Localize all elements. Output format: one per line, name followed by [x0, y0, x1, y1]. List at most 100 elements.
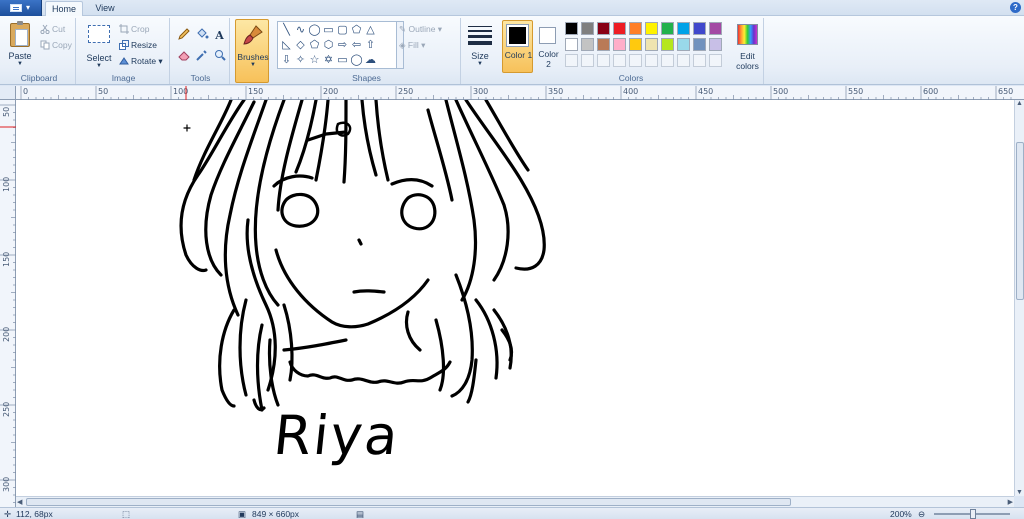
- select-button[interactable]: Select ▼: [80, 20, 114, 72]
- palette-swatch[interactable]: [693, 54, 706, 67]
- fill-button[interactable]: ◈ Fill ▾: [399, 38, 425, 52]
- color-picker-tool[interactable]: [193, 48, 210, 65]
- down-arrow-shape[interactable]: ⇩: [279, 53, 294, 68]
- palette-swatch[interactable]: [629, 22, 642, 35]
- callout-cloud-shape[interactable]: ☁: [363, 53, 378, 68]
- text-tool[interactable]: A: [211, 27, 228, 44]
- fill-icon: ◈: [399, 40, 408, 50]
- pencil-tool[interactable]: [175, 27, 192, 44]
- image-size: 849 × 660px: [252, 509, 300, 519]
- outline-button[interactable]: ✎ Outline ▾: [399, 22, 442, 36]
- magnifier-icon: [214, 50, 226, 61]
- palette-swatch[interactable]: [629, 54, 642, 67]
- palette-swatch[interactable]: [645, 38, 658, 51]
- scroll-up-icon[interactable]: ▲: [1016, 100, 1023, 107]
- palette-swatch[interactable]: [693, 38, 706, 51]
- palette-swatch[interactable]: [677, 54, 690, 67]
- palette-swatch[interactable]: [709, 54, 722, 67]
- edit-colors-button[interactable]: Edit colors: [733, 20, 762, 73]
- color2-button[interactable]: Color 2: [535, 20, 562, 73]
- tab-view[interactable]: View: [88, 1, 122, 16]
- palette-swatch[interactable]: [661, 22, 674, 35]
- palette-swatch[interactable]: [645, 22, 658, 35]
- four-point-star-shape[interactable]: ✧: [293, 53, 308, 68]
- palette-swatch[interactable]: [709, 22, 722, 35]
- five-point-star-shape[interactable]: ☆: [307, 53, 322, 68]
- curve-shape[interactable]: ∿: [293, 23, 308, 38]
- vertical-ruler: 50 100 150 200 250 300: [0, 100, 16, 519]
- palette-swatch[interactable]: [677, 22, 690, 35]
- horizontal-scrollbar[interactable]: ◀ ▶: [16, 496, 1014, 507]
- triangle-shape[interactable]: △: [363, 23, 378, 38]
- palette-swatch[interactable]: [613, 54, 626, 67]
- palette-swatch[interactable]: [597, 22, 610, 35]
- left-arrow-shape[interactable]: ⇦: [349, 38, 364, 53]
- oval-shape[interactable]: ◯: [307, 23, 322, 38]
- paste-button[interactable]: Paste ▼: [5, 20, 35, 72]
- line-shape[interactable]: ╲: [279, 23, 294, 38]
- cut-button[interactable]: Cut: [39, 22, 65, 36]
- ribbon-tab-bar: ▾ Home View ?: [0, 0, 1024, 16]
- palette-swatch[interactable]: [597, 54, 610, 67]
- palette-swatch[interactable]: [709, 38, 722, 51]
- horizontal-scroll-thumb[interactable]: [26, 498, 791, 506]
- palette-swatch[interactable]: [565, 38, 578, 51]
- pentagon-shape[interactable]: ⬠: [307, 38, 322, 53]
- scroll-down-icon[interactable]: ▼: [1016, 489, 1023, 496]
- palette-swatch[interactable]: [629, 38, 642, 51]
- zoom-out-icon[interactable]: ⊖: [918, 509, 925, 519]
- palette-swatch[interactable]: [565, 22, 578, 35]
- palette-swatch[interactable]: [581, 38, 594, 51]
- tab-home[interactable]: Home: [45, 1, 83, 16]
- canvas-workspace: Riya: [16, 100, 1024, 496]
- right-arrow-shape[interactable]: ⇨: [335, 38, 350, 53]
- rectangle-shape[interactable]: ▭: [321, 23, 336, 38]
- eraser-tool[interactable]: [175, 48, 192, 65]
- diamond-shape[interactable]: ◇: [293, 38, 308, 53]
- callout-rectangle-shape[interactable]: ▭: [335, 53, 350, 68]
- size-button[interactable]: Size ▼: [465, 21, 495, 73]
- resize-button[interactable]: Resize: [118, 38, 157, 52]
- six-point-star-shape[interactable]: ✡: [321, 53, 336, 68]
- magnifier-tool[interactable]: [211, 48, 228, 65]
- color2-label: Color 2: [538, 49, 559, 69]
- vertical-scroll-thumb[interactable]: [1016, 142, 1024, 300]
- application-menu-button[interactable]: ▾: [0, 0, 42, 16]
- rotate-icon: [119, 57, 129, 65]
- color1-button[interactable]: Color 1: [502, 20, 533, 73]
- palette-swatch[interactable]: [613, 38, 626, 51]
- right-triangle-shape[interactable]: ◺: [279, 38, 294, 53]
- palette-swatch[interactable]: [693, 22, 706, 35]
- ruler-label: 600: [923, 87, 938, 96]
- palette-swatch[interactable]: [645, 54, 658, 67]
- brushes-button[interactable]: Brushes ▼: [235, 19, 269, 83]
- copy-icon: [40, 40, 50, 50]
- polygon-shape[interactable]: ⬠: [349, 23, 364, 38]
- palette-swatch[interactable]: [565, 54, 578, 67]
- crop-button[interactable]: Crop: [118, 22, 149, 36]
- palette-swatch[interactable]: [661, 38, 674, 51]
- chevron-down-icon: ▾: [418, 40, 426, 50]
- help-icon[interactable]: ?: [1010, 2, 1021, 13]
- callout-oval-shape[interactable]: ◯: [349, 53, 364, 68]
- copy-button[interactable]: Copy: [39, 38, 72, 52]
- drawing-canvas[interactable]: Riya: [16, 100, 1014, 496]
- ruler-label: 150: [2, 252, 11, 267]
- vertical-scrollbar[interactable]: ▲ ▼: [1014, 100, 1024, 496]
- fill-tool[interactable]: [193, 27, 210, 44]
- rotate-button[interactable]: Rotate ▾: [118, 54, 163, 68]
- palette-swatch[interactable]: [581, 54, 594, 67]
- up-arrow-shape[interactable]: ⇧: [363, 38, 378, 53]
- palette-swatch[interactable]: [661, 54, 674, 67]
- ribbon: Paste ▼ Cut Copy Clipboard Select ▼ Crop…: [0, 16, 1024, 85]
- palette-swatch[interactable]: [677, 38, 690, 51]
- sketch-drawing: [179, 100, 546, 412]
- palette-swatch[interactable]: [597, 38, 610, 51]
- palette-swatch[interactable]: [613, 22, 626, 35]
- rounded-rectangle-shape[interactable]: ▢: [335, 23, 350, 38]
- scroll-right-icon[interactable]: ▶: [1008, 498, 1013, 506]
- scroll-left-icon[interactable]: ◀: [17, 498, 22, 506]
- palette-swatch[interactable]: [581, 22, 594, 35]
- zoom-slider-thumb[interactable]: [970, 509, 976, 519]
- hexagon-shape[interactable]: ⬡: [321, 38, 336, 53]
